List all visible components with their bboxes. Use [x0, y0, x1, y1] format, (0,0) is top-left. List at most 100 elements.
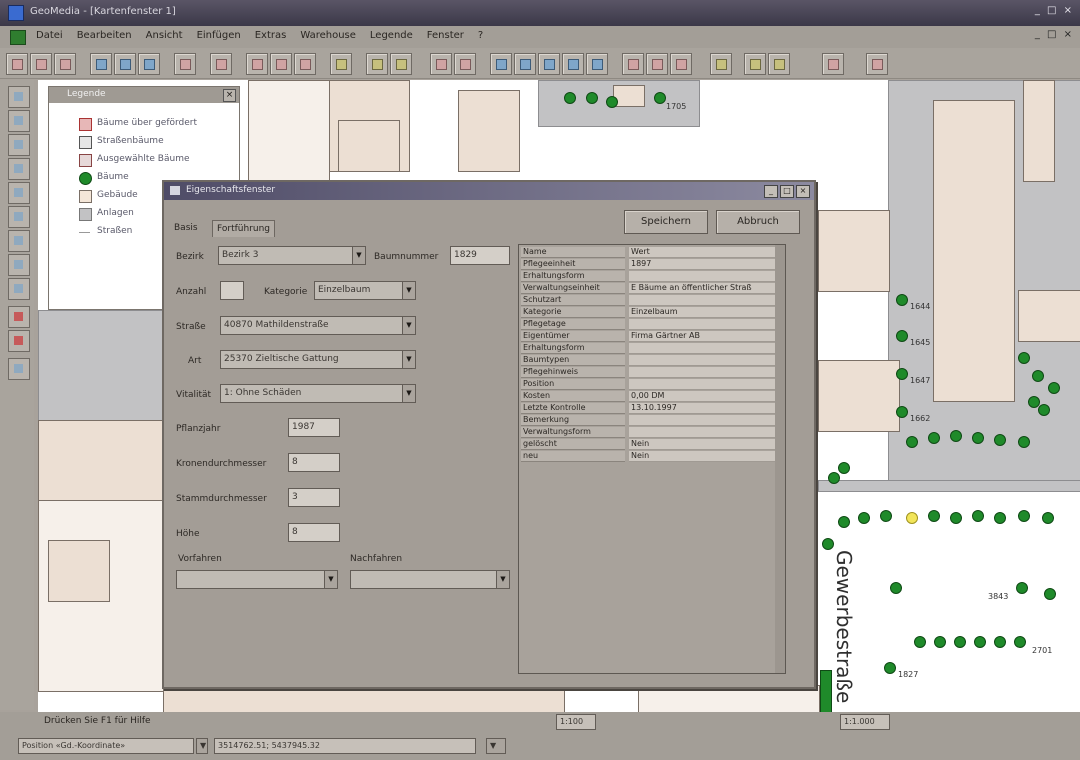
copy-button[interactable] [138, 53, 160, 75]
chevron-down-icon[interactable]: ▼ [402, 385, 415, 402]
tree-marker[interactable] [896, 406, 908, 418]
property-value[interactable]: 1897 [629, 259, 781, 270]
property-value[interactable] [629, 379, 781, 390]
chevron-down-icon[interactable]: ▼ [196, 738, 208, 754]
tree-marker[interactable] [1048, 382, 1060, 394]
tree-marker[interactable] [906, 436, 918, 448]
tree-marker[interactable] [1038, 404, 1050, 416]
layers-button[interactable] [646, 53, 668, 75]
maximize-button[interactable]: □ [780, 185, 794, 198]
chevron-down-icon[interactable]: ▼ [402, 317, 415, 334]
building[interactable] [818, 360, 900, 432]
tree-marker[interactable] [1014, 636, 1026, 648]
pan-button[interactable] [538, 53, 560, 75]
tree-marker[interactable] [954, 636, 966, 648]
tree-marker[interactable] [586, 92, 598, 104]
table-scrollbar[interactable] [775, 245, 785, 673]
save-button[interactable]: Speichern [624, 210, 708, 234]
property-value[interactable] [629, 355, 781, 366]
building[interactable] [613, 85, 645, 107]
vorfahren-select[interactable]: ▼ [176, 570, 338, 589]
chevron-down-icon[interactable]: ▼ [402, 351, 415, 368]
tree-marker[interactable] [994, 512, 1006, 524]
zoom-in-button[interactable] [490, 53, 512, 75]
fit-all-button[interactable] [562, 53, 584, 75]
property-value[interactable] [629, 295, 781, 306]
tree-marker[interactable] [838, 516, 850, 528]
draw-area-button[interactable] [390, 53, 412, 75]
tree-marker[interactable] [606, 96, 618, 108]
anzahl-field[interactable] [220, 281, 244, 300]
tree-marker[interactable] [880, 510, 892, 522]
chevron-down-icon[interactable]: ▼ [402, 282, 415, 299]
tree-marker[interactable] [896, 330, 908, 342]
snap-button[interactable] [710, 53, 732, 75]
property-row[interactable]: Pflegetage [519, 319, 785, 331]
coordinates-field[interactable]: 3514762.51; 5437945.32 [214, 738, 476, 754]
tree-marker[interactable] [950, 430, 962, 442]
table-button[interactable] [294, 53, 316, 75]
tab-basis[interactable]: Basis [170, 220, 202, 236]
tool-text-button[interactable] [8, 182, 30, 204]
tool-point-button[interactable] [8, 110, 30, 132]
property-row[interactable]: Kategorie Einzelbaum [519, 307, 785, 319]
property-row[interactable]: Verwaltungsform [519, 427, 785, 439]
properties-button[interactable] [822, 53, 844, 75]
property-table[interactable]: Name Wert Pflegeeinheit 1897 Erhaltungsform V… [518, 244, 786, 674]
property-value[interactable] [629, 271, 781, 282]
building[interactable] [818, 210, 890, 292]
mdi-window-controls[interactable]: _ □ × [1035, 29, 1074, 40]
menu-bearbeiten[interactable]: Bearbeiten [77, 30, 132, 41]
menu-help[interactable]: ? [478, 30, 483, 41]
property-row[interactable]: Bemerkung [519, 415, 785, 427]
property-row[interactable]: Schutzart [519, 295, 785, 307]
property-value[interactable]: 13.10.1997 [629, 403, 781, 414]
open-button[interactable] [30, 53, 52, 75]
chevron-down-icon[interactable]: ▼ [352, 247, 365, 264]
tree-marker[interactable] [1042, 512, 1054, 524]
property-row[interactable]: Position [519, 379, 785, 391]
tool-line-button[interactable] [8, 134, 30, 156]
tree-marker[interactable] [994, 434, 1006, 446]
tree-marker[interactable] [972, 510, 984, 522]
property-value[interactable] [629, 367, 781, 378]
close-button[interactable]: × [796, 185, 810, 198]
building[interactable] [48, 540, 110, 602]
property-row[interactable]: Erhaltungsform [519, 343, 785, 355]
chevron-down-icon[interactable]: ▼ [496, 571, 509, 588]
tab-fortfuehrung[interactable]: Fortführung [212, 220, 275, 237]
tree-marker[interactable] [1018, 436, 1030, 448]
property-row[interactable]: Kosten 0,00 DM [519, 391, 785, 403]
tree-marker[interactable] [564, 92, 576, 104]
query-button[interactable] [270, 53, 292, 75]
property-row[interactable]: Baumtypen [519, 355, 785, 367]
delete-button[interactable] [454, 53, 476, 75]
measure-button[interactable] [330, 53, 352, 75]
building[interactable] [1023, 80, 1055, 182]
chevron-down-icon[interactable]: ▼ [324, 571, 337, 588]
style-button[interactable] [768, 53, 790, 75]
property-value[interactable] [629, 319, 781, 330]
grey-area[interactable] [38, 310, 164, 432]
kronendurchmesser-field[interactable]: 8 [288, 453, 340, 472]
tree-marker[interactable] [928, 432, 940, 444]
property-row[interactable]: Verwaltungseinheit E Bäume an öffentliche… [519, 283, 785, 295]
tree-marker[interactable] [654, 92, 666, 104]
pflanzjahr-field[interactable]: 1987 [288, 418, 340, 437]
parcel[interactable] [638, 685, 820, 712]
position-mode-select[interactable]: Position «Gd.-Koordinate» [18, 738, 194, 754]
menu-datei[interactable]: Datei [36, 30, 63, 41]
minimize-button[interactable]: _ [764, 185, 778, 198]
strasse-select[interactable]: 40870 Mathildenstraße ▼ [220, 316, 416, 335]
property-value[interactable]: 0,00 DM [629, 391, 781, 402]
tree-marker[interactable] [994, 636, 1006, 648]
legend-close-button[interactable]: × [223, 89, 236, 102]
property-row[interactable]: Eigentümer Firma Gärtner AB [519, 331, 785, 343]
print-button[interactable] [90, 53, 112, 75]
menu-legende[interactable]: Legende [370, 30, 413, 41]
select-button[interactable] [210, 53, 232, 75]
building[interactable] [38, 420, 164, 502]
property-row[interactable]: Letzte Kontrolle 13.10.1997 [519, 403, 785, 415]
tree-marker[interactable] [914, 636, 926, 648]
tool-move-button[interactable] [8, 206, 30, 228]
